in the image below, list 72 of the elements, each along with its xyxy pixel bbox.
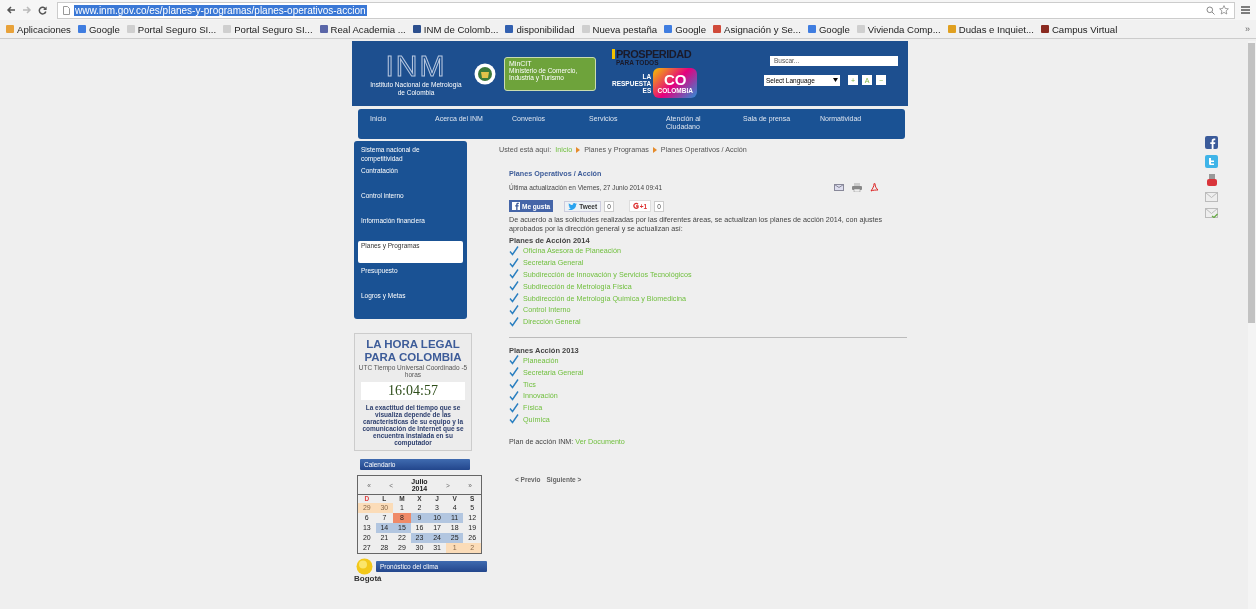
check-icon — [509, 269, 519, 280]
menu-icon[interactable] — [1241, 6, 1250, 14]
check-icon — [509, 281, 519, 292]
bookmark-icon — [807, 25, 816, 33]
bookmark[interactable]: Portal Seguro SI... — [223, 23, 313, 35]
bookmark-icon — [412, 25, 421, 33]
bird-icon — [568, 202, 578, 210]
google-plus-icon — [632, 202, 639, 210]
check-icon — [509, 257, 519, 268]
bookmark[interactable]: Aplicaciones — [6, 23, 71, 35]
bookmark[interactable]: INM de Colomb... — [412, 23, 499, 35]
mail-icon[interactable] — [1205, 192, 1218, 202]
caret-icon — [833, 78, 838, 82]
bookmark[interactable]: Google — [77, 23, 120, 35]
check-icon — [509, 245, 519, 256]
clock-title: LA HORA LEGAL PARA COLOMBIA — [363, 338, 463, 364]
bookmark[interactable]: Asignación y Se... — [713, 23, 801, 35]
scrollbar[interactable] — [1248, 41, 1256, 609]
sun-icon — [356, 558, 373, 575]
bookmark[interactable]: Vivienda Comp... — [856, 23, 941, 35]
bookmark-icon — [223, 25, 232, 33]
city-name: Bogotá — [354, 575, 382, 583]
bookmark[interactable]: Nueva pestaña — [581, 23, 658, 35]
clock-time: 16:04:57 — [361, 382, 465, 400]
check-icon — [509, 304, 519, 315]
bookmark-icon — [77, 25, 86, 33]
breadcrumb-arrow-icon — [652, 146, 657, 153]
bookmark-icon — [713, 25, 722, 33]
page-icon — [63, 5, 70, 15]
bookmark[interactable]: Real Academia ... — [319, 23, 406, 35]
bookmark-icon — [6, 25, 14, 33]
back-icon[interactable] — [6, 6, 16, 14]
bookmark-icon — [126, 25, 135, 33]
bookmark-icon — [319, 25, 328, 33]
logo-letters: INM — [385, 51, 447, 82]
slogan-title: PROSPERIDAD — [612, 49, 722, 59]
check-icon — [509, 414, 519, 425]
check-icon — [509, 379, 519, 390]
mail-icon[interactable] — [1205, 208, 1218, 218]
bookmark-icon — [581, 25, 590, 33]
print-icon[interactable] — [852, 183, 862, 192]
facebook-icon — [512, 202, 520, 210]
bookmark[interactable]: Dudas e Inquiet... — [947, 23, 1034, 35]
bookmark-icon — [505, 25, 514, 33]
star-icon[interactable] — [1219, 5, 1229, 15]
search-icon[interactable] — [1206, 5, 1215, 15]
bookmark-icon — [1040, 25, 1049, 33]
check-icon — [509, 402, 519, 413]
facebook-icon[interactable] — [1205, 136, 1218, 149]
youtube-icon[interactable] — [1205, 174, 1218, 186]
reload-icon[interactable] — [38, 5, 47, 15]
bookmark[interactable]: Campus Virtual — [1040, 23, 1118, 35]
seal-icon — [474, 62, 496, 85]
more-bookmarks[interactable]: » — [1245, 24, 1250, 34]
bookmark[interactable]: Google — [807, 23, 850, 35]
breadcrumb-arrow-icon — [576, 146, 581, 153]
pdf-icon[interactable] — [870, 183, 879, 192]
bookmark[interactable]: Portal Seguro SI... — [126, 23, 217, 35]
bookmark-icon — [664, 25, 673, 33]
bookmark[interactable]: disponibilidad — [505, 23, 575, 35]
check-icon — [509, 293, 519, 304]
bookmark[interactable]: Google — [664, 23, 707, 35]
check-icon — [509, 316, 519, 327]
bookmark-icon — [856, 25, 865, 33]
email-icon[interactable] — [834, 184, 844, 191]
bookmark-icon — [947, 25, 956, 33]
check-icon — [509, 367, 519, 378]
address-bar[interactable]: www.inm.gov.co/es/planes-y-programas/planes-operativos-accion — [57, 1, 1235, 19]
check-icon — [509, 390, 519, 401]
forward-icon[interactable] — [22, 6, 32, 14]
check-icon — [509, 355, 519, 366]
twitter-icon[interactable] — [1205, 155, 1218, 168]
